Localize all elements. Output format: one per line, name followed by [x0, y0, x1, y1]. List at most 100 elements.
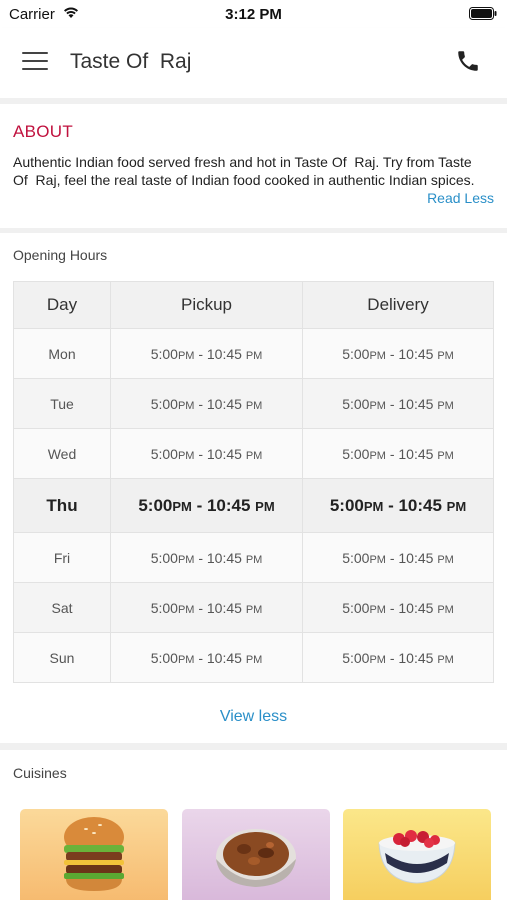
time-ampm: PM: [177, 399, 195, 412]
time-ampm: PM: [437, 449, 454, 462]
time-value: - 10:45: [385, 445, 438, 462]
hours-pickup-cell: 5:00PM - 10:45 PM: [110, 582, 303, 633]
time-ampm: PM: [245, 553, 263, 566]
time-ampm: PM: [245, 399, 263, 412]
time-value: 5:00: [329, 495, 364, 515]
hours-delivery-cell: 5:00PM - 10:45 PM: [302, 378, 494, 429]
time-value: - 10:45: [194, 549, 246, 566]
hours-row-wed: Wed 5:00PM - 10:45 PM 5:00PM - 10:45 PM: [13, 428, 494, 479]
time-ampm: PM: [177, 349, 195, 362]
time-ampm: PM: [369, 603, 386, 616]
battery-icon: [469, 7, 497, 25]
time-value: - 10:45: [194, 395, 246, 412]
time-value: 5:00: [150, 649, 178, 666]
time-value: - 10:45: [194, 649, 246, 666]
time-value: - 10:45: [385, 395, 438, 412]
time-ampm: PM: [369, 399, 386, 412]
time-ampm: PM: [446, 498, 467, 514]
hours-row-thu: Thu 5:00PM - 10:45 PM 5:00PM - 10:45 PM: [13, 478, 494, 533]
hours-delivery-cell: 5:00PM - 10:45 PM: [302, 632, 494, 683]
hamburger-menu-icon[interactable]: [22, 52, 48, 74]
time-value: 5:00: [342, 445, 370, 462]
time-ampm: PM: [245, 349, 263, 362]
read-less-link[interactable]: Read Less: [427, 190, 494, 206]
time-ampm: PM: [177, 449, 195, 462]
time-value: 5:00: [342, 549, 370, 566]
hours-pickup-cell: 5:00PM - 10:45 PM: [110, 532, 303, 583]
time-ampm: PM: [245, 603, 263, 616]
time-value: 5:00: [342, 649, 370, 666]
time-ampm: PM: [437, 603, 454, 616]
time-ampm: PM: [437, 399, 454, 412]
nav-bar: Taste Of Raj: [0, 28, 507, 98]
time-value: - 10:45: [385, 345, 438, 362]
time-value: 5:00: [138, 495, 173, 515]
time-ampm: PM: [245, 653, 263, 666]
hours-day-cell: Fri: [13, 532, 111, 583]
burger-image: [64, 817, 124, 891]
time-value: - 10:45: [385, 649, 438, 666]
time-value: 5:00: [150, 445, 178, 462]
hours-pickup-cell: 5:00PM - 10:45 PM: [110, 328, 303, 379]
time-ampm: PM: [255, 498, 275, 514]
table-header-row: Day Pickup Delivery: [13, 281, 494, 329]
dessert-bowl-image: [378, 830, 456, 884]
time-value: 5:00: [150, 395, 178, 412]
time-value: 5:00: [150, 345, 178, 362]
hours-delivery-cell: 5:00PM - 10:45 PM: [302, 328, 494, 379]
time-value: 5:00: [150, 599, 178, 616]
hours-pickup-cell: 5:00PM - 10:45 PM: [110, 378, 303, 429]
column-header-day: Day: [13, 281, 111, 329]
hours-delivery-cell: 5:00PM - 10:45 PM: [302, 478, 494, 533]
time-ampm: PM: [369, 653, 386, 666]
hours-pickup-cell: 5:00PM - 10:45 PM: [110, 428, 303, 479]
hours-day-cell: Thu: [13, 478, 111, 533]
time-ampm: PM: [177, 553, 195, 566]
hours-day-cell: Sun: [13, 632, 111, 683]
column-header-delivery: Delivery: [302, 281, 494, 329]
hours-delivery-cell: 5:00PM - 10:45 PM: [302, 428, 494, 479]
about-section: ABOUT Authentic Indian food served fresh…: [0, 104, 507, 228]
time-ampm: PM: [245, 449, 263, 462]
time-ampm: PM: [369, 553, 386, 566]
hours-day-cell: Sat: [13, 582, 111, 633]
hours-row-fri: Fri 5:00PM - 10:45 PM 5:00PM - 10:45 PM: [13, 532, 494, 583]
time-value: - 10:45: [191, 495, 256, 515]
opening-hours-section: Opening Hours Day Pickup Delivery Mon 5:0…: [0, 233, 507, 743]
time-value: - 10:45: [385, 599, 438, 616]
time-value: 5:00: [342, 345, 370, 362]
time-ampm: PM: [369, 449, 386, 462]
curry-bowl-image: [216, 829, 296, 887]
opening-hours-heading: Opening Hours: [13, 247, 108, 263]
time-ampm: PM: [177, 603, 195, 616]
time-ampm: PM: [369, 349, 386, 362]
hours-delivery-cell: 5:00PM - 10:45 PM: [302, 532, 494, 583]
time-value: - 10:45: [385, 549, 438, 566]
time-ampm: PM: [437, 553, 454, 566]
hours-day-cell: Mon: [13, 328, 111, 379]
time-value: 5:00: [150, 549, 178, 566]
time-value: - 10:45: [194, 445, 246, 462]
about-description: Authentic Indian food served fresh and h…: [13, 154, 475, 188]
cuisines-section: Cuisines: [0, 750, 507, 900]
time-ampm: PM: [177, 653, 195, 666]
hours-pickup-cell: 5:00PM - 10:45 PM: [110, 632, 303, 683]
time-ampm: PM: [437, 653, 454, 666]
column-header-pickup: Pickup: [110, 281, 303, 329]
page-title: Taste Of Raj: [70, 50, 192, 73]
hours-day-cell: Tue: [13, 378, 111, 429]
about-heading: ABOUT: [13, 122, 74, 141]
cuisine-card-curry[interactable]: [182, 809, 330, 900]
time-ampm: PM: [363, 498, 384, 514]
hours-delivery-cell: 5:00PM - 10:45 PM: [302, 582, 494, 633]
cuisine-card-dessert[interactable]: [343, 809, 491, 900]
view-less-link[interactable]: View less: [0, 708, 507, 726]
hours-row-sat: Sat 5:00PM - 10:45 PM 5:00PM - 10:45 PM: [13, 582, 494, 633]
opening-hours-table: Day Pickup Delivery Mon 5:00PM - 10:45 PM…: [13, 281, 494, 683]
time-value: 5:00: [342, 599, 370, 616]
time-ampm: PM: [172, 498, 192, 514]
hours-row-sun: Sun 5:00PM - 10:45 PM 5:00PM - 10:45 PM: [13, 632, 494, 683]
cuisine-card-burger[interactable]: [20, 809, 168, 900]
hours-row-mon: Mon 5:00PM - 10:45 PM 5:00PM - 10:45 PM: [13, 328, 494, 379]
phone-call-icon[interactable]: [455, 48, 481, 79]
